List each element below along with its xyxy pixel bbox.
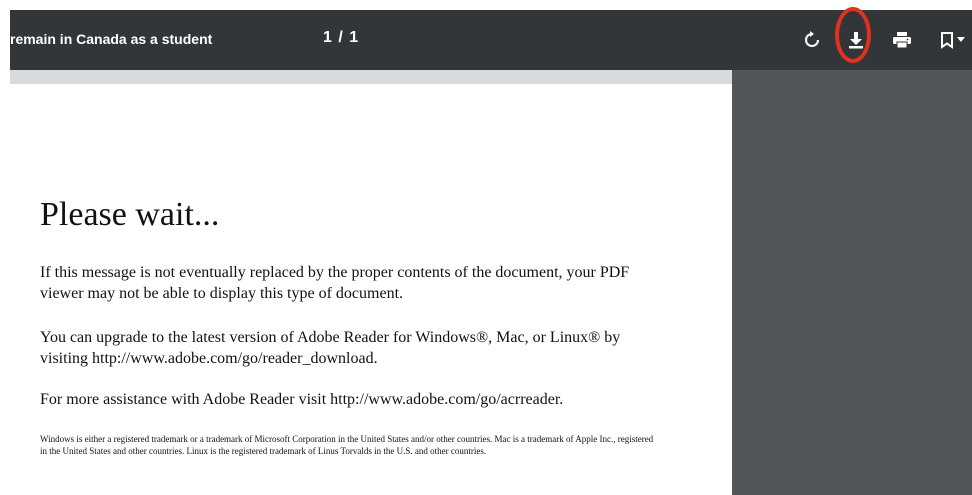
chevron-down-icon <box>956 37 965 42</box>
download-button[interactable] <box>842 26 870 54</box>
rotate-icon[interactable] <box>798 26 826 54</box>
pdf-viewport[interactable]: Please wait... If this message is not ev… <box>10 70 972 495</box>
pdf-page: Please wait... If this message is not ev… <box>10 84 732 495</box>
rotate-icon-graphic <box>805 31 819 47</box>
bookmark-icon <box>940 31 953 49</box>
upgrade-paragraph: You can upgrade to the latest version of… <box>40 329 621 367</box>
download-icon <box>849 32 863 49</box>
print-button[interactable] <box>888 26 916 54</box>
viewer-side-gutter <box>732 70 972 495</box>
browser-pdf-viewer: remain in Canada as a student 1 / 1 Plea… <box>0 0 972 495</box>
print-icon <box>893 32 911 48</box>
page-indicator: 1 / 1 <box>323 29 360 46</box>
document-title: remain in Canada as a student <box>10 31 213 47</box>
page-heading: Please wait... <box>40 196 220 233</box>
assistance-paragraph: For more assistance with Adobe Reader vi… <box>40 391 564 408</box>
message-paragraph: If this message is not eventually replac… <box>40 264 630 302</box>
pdf-toolbar: remain in Canada as a student 1 / 1 <box>10 7 972 70</box>
bookmark-button[interactable] <box>935 26 969 54</box>
trademark-notice: Windows is either a registered trademark… <box>40 434 654 456</box>
